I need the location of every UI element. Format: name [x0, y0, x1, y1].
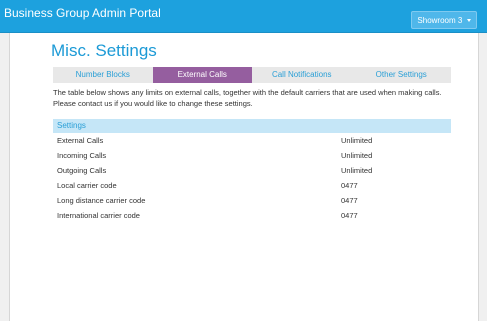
app-title: Business Group Admin Portal	[4, 6, 161, 20]
setting-value: 0477	[341, 196, 358, 205]
settings-header: Settings	[53, 119, 451, 133]
content-panel: Misc. Settings Number Blocks External Ca…	[9, 33, 479, 321]
tab-other-settings[interactable]: Other Settings	[352, 67, 452, 83]
tab-call-notifications[interactable]: Call Notifications	[252, 67, 352, 83]
settings-row: External Calls Unlimited	[57, 135, 451, 147]
setting-label: Local carrier code	[57, 181, 117, 190]
settings-row: International carrier code 0477	[57, 210, 451, 222]
setting-label: External Calls	[57, 136, 104, 145]
chevron-down-icon	[466, 19, 471, 23]
setting-value: Unlimited	[341, 151, 373, 160]
settings-row: Long distance carrier code 0477	[57, 195, 451, 207]
setting-label: Outgoing Calls	[57, 166, 107, 175]
settings-row: Incoming Calls Unlimited	[57, 150, 451, 162]
page-title: Misc. Settings	[51, 41, 157, 60]
top-bar: Business Group Admin Portal Showroom 3	[0, 0, 487, 33]
app-window: Business Group Admin Portal Showroom 3 M…	[0, 0, 487, 321]
settings-row: Outgoing Calls Unlimited	[57, 165, 451, 177]
setting-label: International carrier code	[57, 211, 140, 220]
setting-value: Unlimited	[341, 166, 373, 175]
group-selector-label: Showroom 3	[417, 16, 463, 25]
page-description: The table below shows any limits on exte…	[53, 88, 442, 108]
setting-value: 0477	[341, 181, 358, 190]
tab-external-calls[interactable]: External Calls	[152, 67, 252, 83]
setting-value: 0477	[341, 211, 358, 220]
settings-row: Local carrier code 0477	[57, 180, 451, 192]
tab-bar: Number Blocks External Calls Call Notifi…	[53, 67, 451, 83]
setting-label: Long distance carrier code	[57, 196, 146, 205]
group-selector-button[interactable]: Showroom 3	[411, 11, 477, 29]
tab-number-blocks[interactable]: Number Blocks	[53, 67, 153, 83]
setting-value: Unlimited	[341, 136, 373, 145]
setting-label: Incoming Calls	[57, 151, 107, 160]
